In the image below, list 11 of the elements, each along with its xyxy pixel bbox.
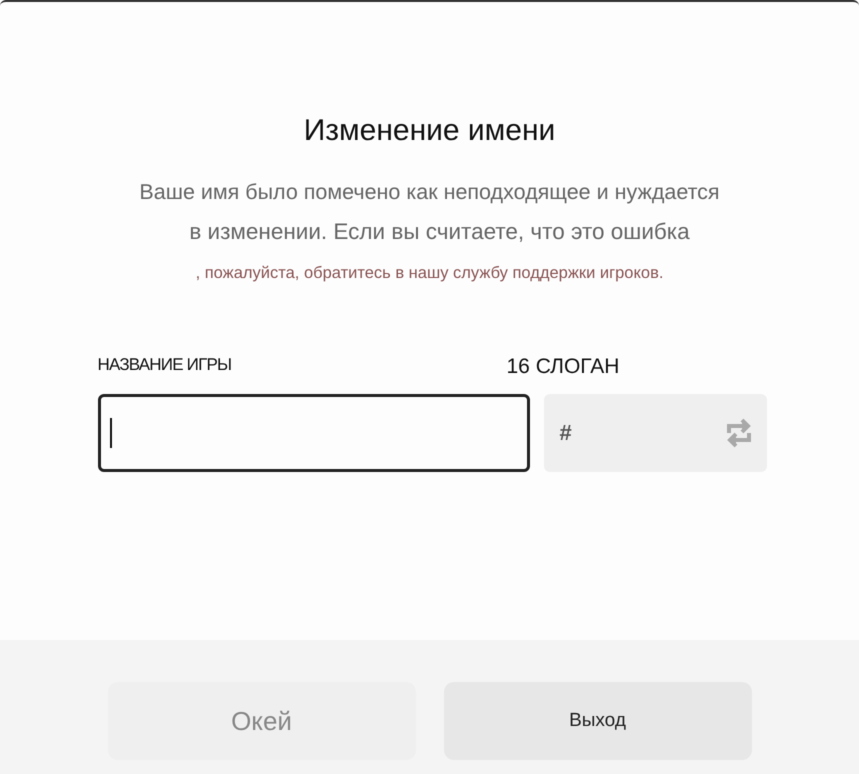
description-text: в изменении. Если вы считаете, что это ошибка [189, 221, 690, 242]
hash-prefix: # [560, 420, 572, 446]
field-label: 16 СЛОГАН [506, 355, 620, 377]
field-label: НАЗВАНИЕ ИГРЫ [98, 355, 232, 376]
description-text: Ваше имя было помечено как неподходящее и нуждается [139, 182, 720, 203]
exit-button[interactable]: Выход [444, 682, 752, 760]
tag-field[interactable]: # [544, 394, 766, 472]
support-note: , пожалуйста, обратитесь в нашу службу поддержки игроков. [196, 264, 664, 283]
name-field[interactable] [98, 394, 530, 472]
dialog-title: Изменение имени [304, 114, 556, 148]
text-cursor [110, 418, 112, 448]
